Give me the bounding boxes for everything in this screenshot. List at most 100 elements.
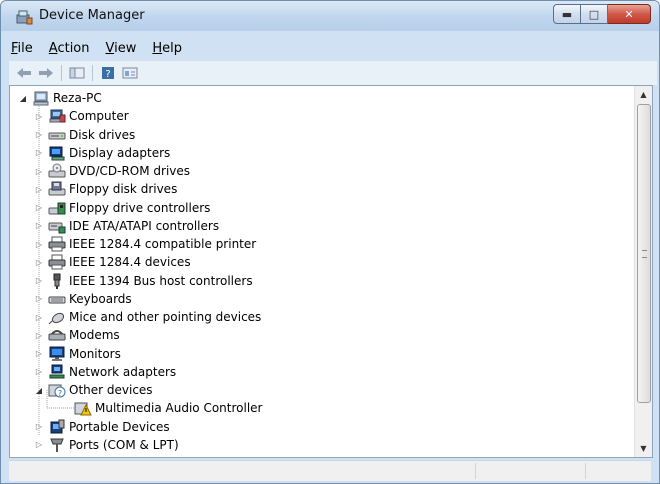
tree-item-label: IDE ATA/ATAPI controllers — [69, 218, 220, 233]
expand-arrow-icon[interactable]: ▷ — [34, 349, 44, 359]
expand-arrow-icon[interactable]: ▷ — [34, 166, 44, 176]
floppy-controller-icon — [48, 200, 66, 216]
tree-category-item[interactable]: ▷ Display adapters — [34, 144, 170, 162]
tree-category-item[interactable]: ▷ Mice and other pointing devices — [34, 308, 261, 326]
expand-arrow-icon[interactable]: ▷ — [34, 294, 44, 304]
tree-item-label: Modems — [69, 328, 120, 343]
status-bar — [9, 460, 651, 481]
port-icon — [48, 437, 66, 453]
title-bar[interactable]: Device Manager ▬ □ ✕ — [1, 1, 659, 31]
tree-category-item[interactable]: ▷ IEEE 1284.4 devices — [34, 253, 191, 271]
warning-device-icon — [74, 400, 92, 416]
expand-arrow-icon[interactable]: ▷ — [34, 239, 44, 249]
tree-category-item[interactable]: ▷ Ports (COM & LPT) — [34, 436, 179, 454]
tree-child-item[interactable]: Multimedia Audio Controller — [74, 399, 262, 417]
expand-arrow-icon[interactable]: ▷ — [34, 440, 44, 450]
expand-arrow-icon[interactable]: ▷ — [34, 111, 44, 121]
maximize-icon: □ — [588, 7, 600, 21]
expand-arrow-icon[interactable]: ▷ — [34, 367, 44, 377]
menu-help[interactable]: Help — [150, 41, 184, 61]
tree-item-label: IEEE 1394 Bus host controllers — [69, 273, 253, 288]
computer-icon — [48, 108, 66, 124]
ide-controller-icon — [48, 218, 66, 234]
device-manager-icon — [15, 9, 33, 25]
tree-category-item[interactable]: ▷ Portable Devices — [34, 418, 170, 436]
scroll-thumb[interactable] — [637, 104, 651, 403]
tree-item-label: Floppy drive controllers — [69, 200, 211, 215]
collapse-arrow-icon[interactable]: ◢ — [18, 93, 28, 103]
tree-item-label: Keyboards — [69, 291, 132, 306]
menu-bar: File Action View Help — [9, 41, 184, 61]
device-manager-window: Device Manager ▬ □ ✕ File Action View He… — [0, 0, 660, 484]
minimize-button[interactable]: ▬ — [553, 4, 581, 24]
mouse-icon — [48, 309, 66, 325]
maximize-button[interactable]: □ — [581, 4, 608, 24]
menu-file[interactable]: File — [9, 41, 35, 61]
toolbar-separator — [92, 65, 93, 81]
tree-category-item[interactable]: ▷ IEEE 1284.4 compatible printer — [34, 235, 256, 253]
tree-item-label: Ports (COM & LPT) — [69, 437, 179, 452]
expand-arrow-icon[interactable]: ▷ — [34, 312, 44, 322]
tree-category-item[interactable]: ▷ Floppy disk drives — [34, 180, 177, 198]
disk-drive-icon — [48, 127, 66, 143]
help-icon: ? — [102, 67, 114, 80]
tree-item-label: Network adapters — [69, 364, 177, 379]
printer-icon — [48, 236, 66, 252]
tree-root-label: Reza-PC — [53, 91, 102, 105]
dvd-drive-icon — [48, 163, 66, 179]
expand-arrow-icon[interactable]: ▷ — [34, 184, 44, 194]
expand-arrow-icon[interactable]: ▷ — [34, 148, 44, 158]
tree-category-item[interactable]: ▷ Floppy drive controllers — [34, 199, 211, 217]
firewire-icon — [48, 273, 66, 289]
window-title: Device Manager — [39, 8, 145, 23]
collapse-arrow-icon[interactable]: ◢ — [34, 385, 44, 395]
scroll-up-button[interactable]: ▲ — [635, 86, 652, 103]
tree-category-item[interactable]: ▷ Monitors — [34, 345, 121, 363]
tree-category-item[interactable]: ◢? Other devices — [34, 381, 153, 399]
portable-device-icon — [48, 419, 66, 435]
scroll-grip-icon — [642, 250, 647, 258]
tree-item-label: Display adapters — [69, 145, 171, 160]
help-button[interactable]: ? — [99, 65, 117, 81]
tree-category-item[interactable]: ▷ Disk drives — [34, 126, 135, 144]
expand-arrow-icon[interactable]: ▷ — [34, 422, 44, 432]
properties-button[interactable] — [121, 65, 139, 81]
back-button[interactable] — [15, 65, 33, 81]
printer-icon — [48, 254, 66, 270]
menu-view[interactable]: View — [104, 41, 139, 61]
close-icon: ✕ — [624, 7, 634, 21]
device-tree[interactable]: ◢ Reza-PC ▷ Computer ▷ Disk drives ▷ Display … — [9, 85, 653, 458]
expand-arrow-icon[interactable]: ▷ — [34, 221, 44, 231]
expand-arrow-icon[interactable]: ▷ — [34, 257, 44, 267]
expand-arrow-icon[interactable]: ▷ — [34, 276, 44, 286]
toolbar: ? — [9, 61, 657, 85]
close-button[interactable]: ✕ — [608, 4, 651, 24]
floppy-disk-icon — [48, 181, 66, 197]
tree-category-item[interactable]: ▷ IDE ATA/ATAPI controllers — [34, 217, 219, 235]
expand-arrow-icon[interactable]: ▷ — [34, 330, 44, 340]
unknown-device-icon: ? — [48, 382, 66, 398]
show-hide-console-button[interactable] — [68, 65, 86, 81]
forward-button[interactable] — [37, 65, 55, 81]
modem-icon — [48, 327, 66, 343]
tree-item-label: Floppy disk drives — [69, 182, 178, 197]
vertical-scrollbar[interactable]: ▲ ▼ — [634, 86, 652, 457]
tree-category-item[interactable]: ▷ Computer — [34, 107, 129, 125]
toolbar-separator — [61, 65, 62, 81]
tree-category-item[interactable]: ▷ Modems — [34, 326, 120, 344]
expand-arrow-icon[interactable]: ▷ — [34, 130, 44, 140]
tree-category-item[interactable]: ▷ Keyboards — [34, 290, 132, 308]
menu-action[interactable]: Action — [47, 41, 92, 61]
scroll-down-icon: ▼ — [640, 444, 647, 453]
tree-category-item[interactable]: ▷ DVD/CD-ROM drives — [34, 162, 190, 180]
tree-item-label: DVD/CD-ROM drives — [69, 164, 191, 178]
expand-arrow-icon[interactable]: ▷ — [34, 203, 44, 213]
keyboard-icon — [48, 291, 66, 307]
tree-category-item[interactable]: ▷ Network adapters — [34, 363, 176, 381]
minimize-icon: ▬ — [561, 7, 573, 21]
tree-root[interactable]: ◢ Reza-PC — [18, 89, 102, 107]
tree-category-item[interactable]: ▷ IEEE 1394 Bus host controllers — [34, 272, 253, 290]
svg-text:?: ? — [105, 69, 110, 80]
tree-item-label: Multimedia Audio Controller — [95, 401, 263, 416]
scroll-down-button[interactable]: ▼ — [635, 440, 652, 457]
